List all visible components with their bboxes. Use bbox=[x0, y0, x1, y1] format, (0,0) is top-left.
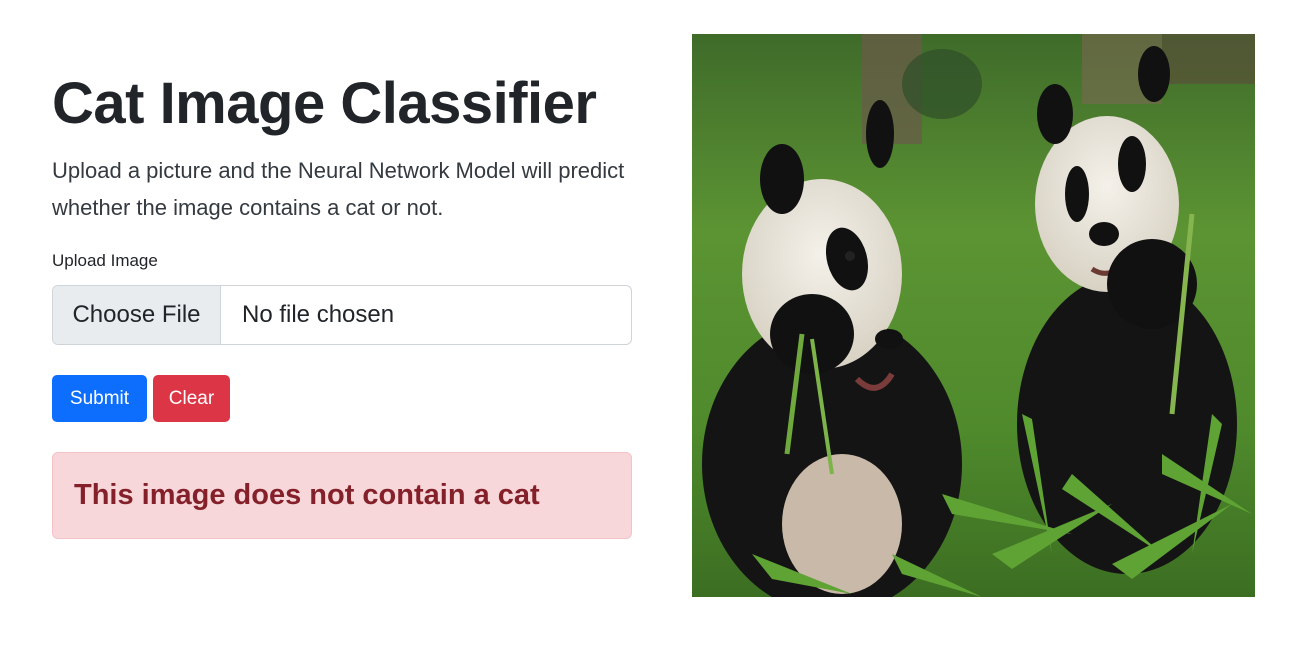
upload-image-label: Upload Image bbox=[52, 251, 158, 270]
uploaded-image-preview bbox=[692, 34, 1255, 597]
clear-button[interactable]: Clear bbox=[153, 375, 230, 422]
result-alert: This image does not contain a cat bbox=[52, 452, 632, 539]
form-actions: Submit Clear bbox=[52, 375, 230, 422]
page-title: Cat Image Classifier bbox=[52, 71, 597, 136]
file-status-text: No file chosen bbox=[242, 301, 395, 328]
submit-button[interactable]: Submit bbox=[52, 375, 147, 422]
page-description: Upload a picture and the Neural Network … bbox=[52, 158, 625, 220]
result-message: This image does not contain a cat bbox=[74, 479, 540, 511]
choose-file-button[interactable]: Choose File bbox=[53, 286, 221, 344]
file-input[interactable]: Choose File No file chosen bbox=[52, 285, 632, 345]
page: Cat Image Classifier Upload a picture an… bbox=[0, 0, 1307, 656]
